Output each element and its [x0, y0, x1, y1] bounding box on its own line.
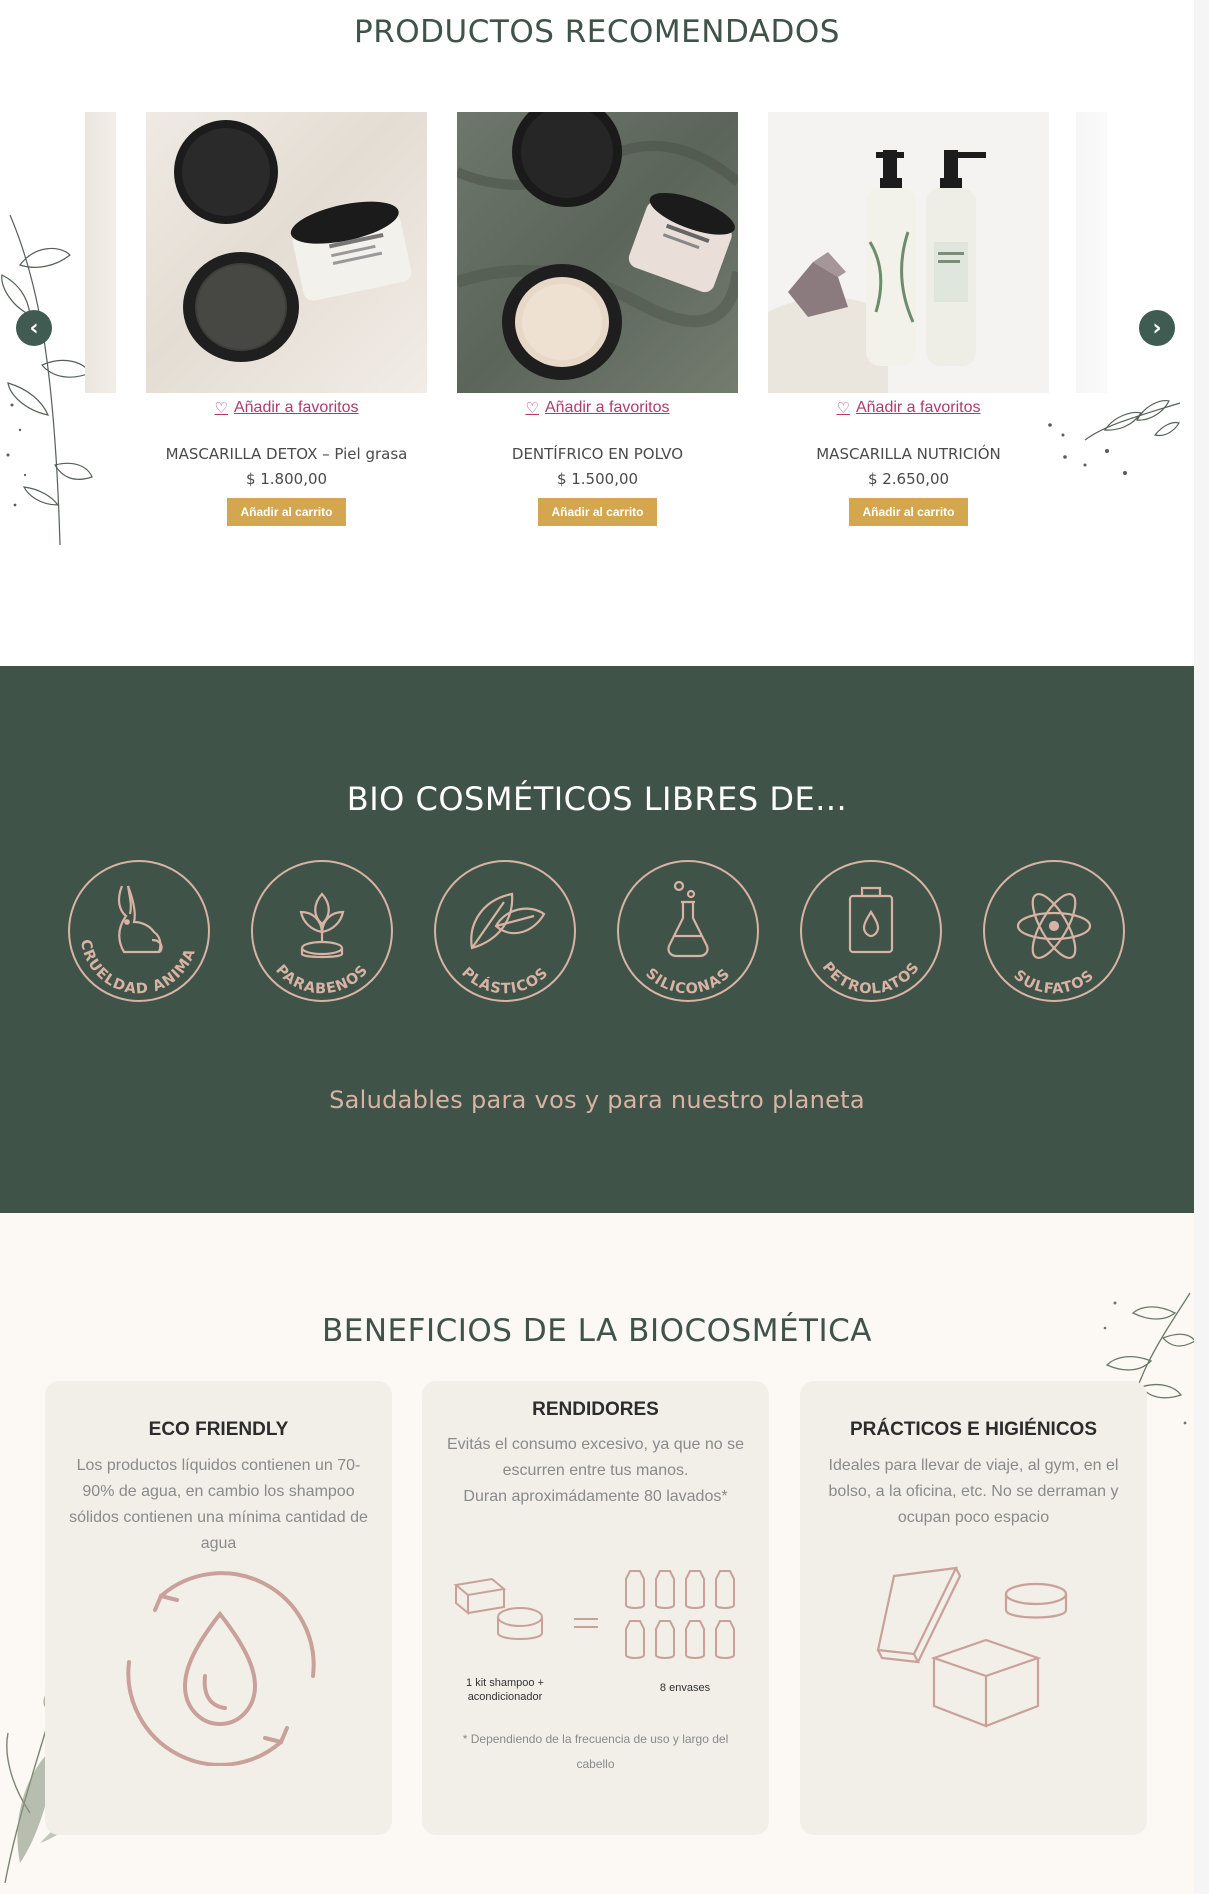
rabbit-icon	[117, 885, 163, 954]
product-carousel: ♡ Añadir a favoritos MASCARILLA DETOX – …	[85, 112, 1107, 532]
benefit-title: RENDIDORES	[532, 1399, 659, 1420]
portable-soaps-illustration	[876, 1566, 1068, 1728]
bottles-caption: 8 envases	[659, 1682, 711, 1694]
botanical-left-decoration	[1, 214, 93, 546]
benefit-description: Ideales para llevar de viaje, al gym, en…	[828, 1457, 1119, 1526]
benefit-description: Los productos líquidos contienen un 70-9…	[69, 1457, 368, 1552]
product-name[interactable]: MASCARILLA NUTRICIÓN	[768, 445, 1049, 463]
benefit-card-rendidores: RENDIDORES Evitás el consumo excesivo, y…	[422, 1381, 769, 1835]
leaf-icon	[470, 892, 546, 950]
benefit-title: ECO FRIENDLY	[148, 1419, 289, 1440]
add-to-favorites-label: Añadir a favoritos	[544, 399, 670, 416]
soap-slab-icon	[876, 1566, 962, 1664]
kit-equals-bottles-illustration	[453, 1570, 735, 1659]
product-price: $ 1.800,00	[245, 470, 328, 488]
svg-text:CRUELDAD ANIMAL: CRUELDAD ANIMAL	[64, 856, 199, 998]
sprout-icon	[299, 892, 345, 959]
chevron-right-icon: ›	[1152, 315, 1162, 341]
carousel-next-button[interactable]: ›	[1139, 310, 1175, 346]
product-image[interactable]	[457, 112, 738, 393]
badge-cruelty-free: CRUELDAD ANIMAL	[59, 844, 214, 1006]
badge-parabens-free: PARABENOS	[247, 856, 397, 1006]
bottle-icons	[625, 1570, 735, 1659]
chevron-left-icon: ‹	[29, 315, 39, 341]
add-to-favorites-label: Añadir a favoritos	[233, 399, 359, 416]
product-image[interactable]	[768, 112, 1049, 393]
add-to-favorites-link[interactable]: ♡ Añadir a favoritos	[215, 399, 359, 417]
badge-silicones-free: SILICONAS	[613, 856, 763, 1006]
page: PRODUCTOS RECOMENDADOS ♡ Añadir a favori…	[0, 0, 1194, 1894]
soap-round-icon	[497, 1607, 543, 1640]
badge-sulfates-free: SULFATOS	[979, 856, 1129, 1006]
add-to-cart-button[interactable]: Añadir al carrito	[849, 498, 968, 526]
soap-bar-icon	[453, 1577, 507, 1616]
add-to-favorites-link[interactable]: ♡ Añadir a favoritos	[526, 399, 670, 417]
badge-label: PETROLATOS	[819, 959, 922, 997]
section-tagline: Saludables para vos y para nuestro plane…	[329, 1086, 865, 1114]
heart-icon: ♡	[836, 400, 850, 417]
benefit-description: Evitás el consumo excesivo, ya que no se…	[446, 1436, 745, 1479]
recommended-products-section: PRODUCTOS RECOMENDADOS ♡ Añadir a favori…	[0, 0, 1194, 666]
product-name[interactable]: DENTÍFRICO EN POLVO	[457, 445, 738, 463]
soap-round-icon	[1004, 1582, 1068, 1619]
water-recycle-icon	[126, 1571, 316, 1766]
flask-icon	[667, 880, 709, 958]
carousel-prev-button[interactable]: ‹	[16, 310, 52, 346]
page-scrollbar[interactable]	[1194, 0, 1209, 1894]
previous-product-thumbnail-edge[interactable]	[85, 112, 116, 393]
oil-can-icon	[848, 886, 894, 954]
product-card: ♡ Añadir a favoritos MASCARILLA DETOX – …	[146, 112, 427, 526]
benefit-card-practical: PRÁCTICOS E HIGIÉNICOS Ideales para llev…	[800, 1381, 1147, 1835]
benefit-title: PRÁCTICOS E HIGIÉNICOS	[849, 1419, 1098, 1440]
product-price: $ 2.650,00	[867, 470, 950, 488]
benefits-section: BENEFICIOS DE LA BIOCOSMÉTICA ECO FRIEND…	[0, 1213, 1194, 1894]
benefit-card-eco-friendly: ECO FRIENDLY Los productos líquidos cont…	[45, 1381, 392, 1835]
free-from-badges: CRUELDAD ANIMAL	[59, 844, 1134, 1006]
footnote: * Dependiendo de la frecuencia de uso y …	[462, 1732, 729, 1771]
product-card: ♡ Añadir a favoritos DENTÍFRICO EN POLVO…	[457, 112, 738, 526]
badge-label: CRUELDAD ANIMAL	[59, 844, 198, 998]
open-box-icon	[930, 1638, 1042, 1728]
product-image[interactable]	[146, 112, 427, 393]
section-title: BIO COSMÉTICOS LIBRES DE...	[346, 780, 848, 818]
product-name[interactable]: MASCARILLA DETOX – Piel grasa	[146, 445, 427, 463]
benefit-description-duration: Duran aproximádamente 80 lavados*	[463, 1488, 728, 1505]
heart-icon: ♡	[214, 400, 228, 417]
add-to-favorites-label: Añadir a favoritos	[855, 399, 981, 416]
section-title: BENEFICIOS DE LA BIOCOSMÉTICA	[322, 1313, 872, 1349]
product-card: ♡ Añadir a favoritos MASCARILLA NUTRICIÓ…	[768, 112, 1049, 526]
next-product-thumbnail-edge[interactable]	[1076, 112, 1107, 393]
badge-plastics-free: PLÁSTICOS	[430, 856, 580, 1006]
atom-icon	[1016, 893, 1092, 959]
heart-icon: ♡	[525, 400, 539, 417]
badge-petrolatum-free: PETROLATOS	[796, 856, 946, 1006]
kit-caption: 1 kit shampoo + acondicionador	[466, 1677, 544, 1703]
section-title: PRODUCTOS RECOMENDADOS	[354, 14, 840, 50]
svg-text:PETROLATOS: PETROLATOS	[819, 959, 923, 997]
product-price: $ 1.500,00	[556, 470, 639, 488]
add-to-favorites-link[interactable]: ♡ Añadir a favoritos	[837, 399, 981, 417]
add-to-cart-button[interactable]: Añadir al carrito	[227, 498, 346, 526]
free-from-section: BIO COSMÉTICOS LIBRES DE... CRUELDAD ANI…	[0, 666, 1194, 1213]
add-to-cart-button[interactable]: Añadir al carrito	[538, 498, 657, 526]
